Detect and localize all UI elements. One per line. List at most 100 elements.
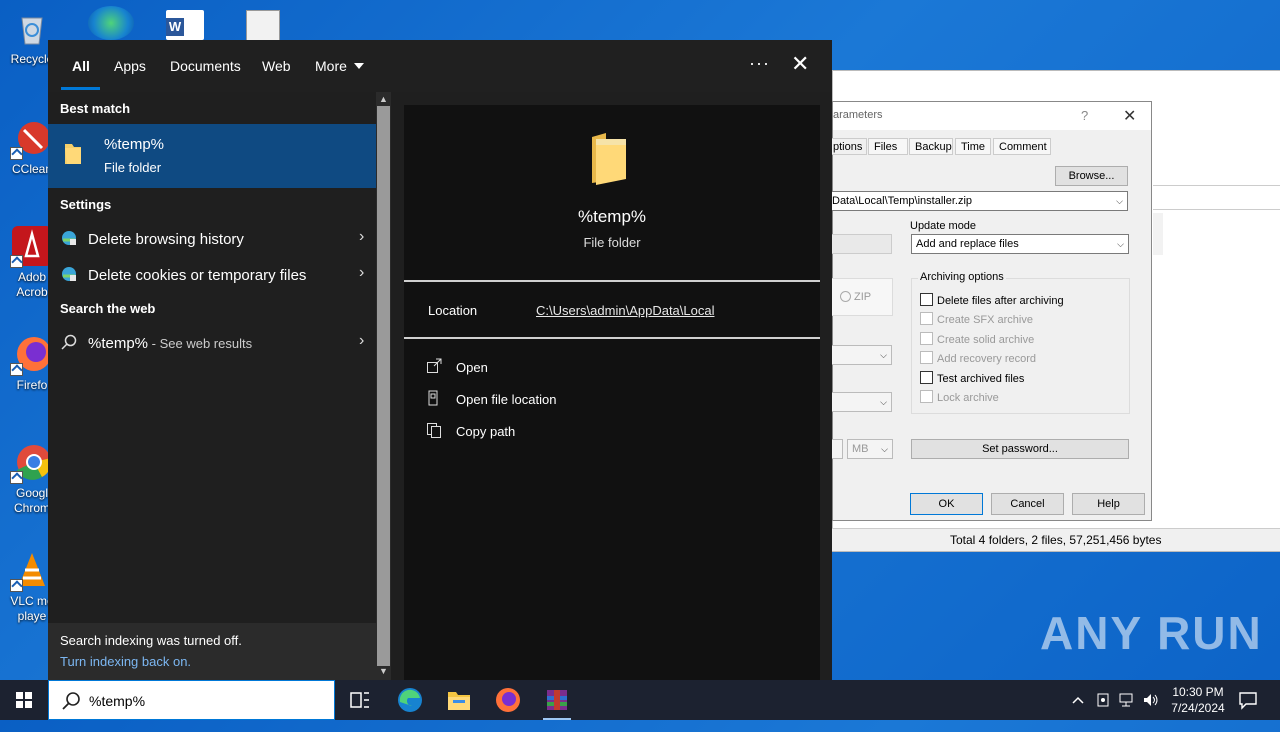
turn-indexing-on-link[interactable]: Turn indexing back on.	[60, 654, 191, 669]
web-suffix: - See web results	[148, 336, 253, 351]
taskbar-firefox[interactable]	[488, 684, 528, 716]
taskbar-file-explorer[interactable]	[439, 684, 479, 716]
taskbar-winrar[interactable]	[537, 684, 577, 720]
word-document-icon[interactable]: W	[166, 10, 204, 40]
firefox-icon	[10, 334, 52, 376]
zip-label: ZIP	[854, 291, 872, 303]
edge-desktop-icon[interactable]	[88, 6, 134, 40]
results-scrollbar[interactable]: ▲ ▼	[376, 92, 391, 680]
notification-center-icon[interactable]	[1238, 690, 1258, 710]
dialog-titlebar: arameters ? ✕	[833, 102, 1151, 130]
lock-archive-checkbox[interactable]: Lock archive	[920, 390, 999, 406]
split-volumes-combo[interactable]: ⌵	[831, 392, 892, 412]
search-results-list: Best match %temp% File folder Settings D…	[48, 92, 376, 680]
active-tab-indicator	[61, 87, 100, 90]
chevron-right-icon: ›	[359, 332, 365, 349]
chevron-down-icon: ⌵	[881, 444, 888, 454]
dialog-help-button[interactable]: ?	[1081, 108, 1088, 123]
task-view-button[interactable]	[340, 684, 380, 716]
chevron-up-icon[interactable]	[1070, 692, 1086, 732]
best-match-title: %temp%	[104, 136, 165, 153]
delete-files-checkbox[interactable]: Delete files after archiving	[920, 293, 1064, 309]
edge-icon	[398, 688, 422, 712]
add-recovery-checkbox[interactable]: Add recovery record	[920, 351, 1036, 367]
close-icon[interactable]: ✕	[791, 53, 809, 75]
volume-icon[interactable]	[1142, 691, 1160, 731]
status-text: Total 4 folders, 2 files, 57,251,456 byt…	[950, 533, 1162, 547]
folder-icon	[65, 144, 81, 164]
archive-path-value: Data\Local\Temp\installer.zip	[832, 195, 973, 207]
checkbox-label: Create SFX archive	[937, 314, 1033, 326]
archive-path-combo[interactable]: Data\Local\Temp\installer.zip ⌵	[831, 191, 1128, 211]
update-mode-value: Add and replace files	[916, 238, 1019, 250]
dialog-close-button[interactable]: ✕	[1123, 106, 1136, 126]
taskbar-search-box[interactable]: %temp%	[48, 680, 335, 720]
task-view-icon	[350, 692, 369, 708]
start-button[interactable]	[0, 680, 48, 720]
preview-pane: %temp% File folder Location C:\Users\adm…	[404, 105, 820, 680]
tab-comment[interactable]: Comment	[993, 138, 1051, 155]
tab-more[interactable]: More	[315, 58, 364, 74]
best-match-heading: Best match	[60, 101, 131, 116]
chevron-down-icon: ⌵	[1117, 239, 1124, 249]
zip-radio[interactable]: ZIP	[840, 291, 871, 303]
network-icon[interactable]	[1118, 691, 1136, 731]
adobe-acrobat-icon	[10, 226, 52, 268]
windows-logo-icon	[16, 692, 32, 708]
search-tabs-bar: All Apps Documents Web More ··· ✕	[48, 40, 832, 92]
cancel-button[interactable]: Cancel	[991, 493, 1064, 515]
volume-unit-combo[interactable]: MB ⌵	[847, 439, 893, 459]
image-file-icon[interactable]	[246, 10, 280, 42]
taskbar-edge[interactable]	[390, 684, 430, 716]
tab-apps[interactable]: Apps	[114, 58, 146, 74]
scroll-down-icon[interactable]: ▼	[379, 666, 388, 676]
checkbox-label: Test archived files	[937, 373, 1025, 385]
archive-parameters-dialog: arameters ? ✕ ptions Files Backup Time C…	[827, 101, 1152, 521]
divider	[404, 337, 820, 339]
web-search-result[interactable]: %temp% - See web results ›	[48, 326, 376, 360]
archiving-options-group: Archiving options Delete files after arc…	[911, 271, 1130, 414]
shortcut-arrow-icon	[10, 579, 23, 592]
more-options-icon[interactable]: ···	[749, 53, 770, 74]
update-mode-combo[interactable]: Add and replace files ⌵	[911, 234, 1129, 254]
tab-backup[interactable]: Backup	[909, 138, 953, 155]
scroll-up-icon[interactable]: ▲	[379, 94, 388, 104]
tab-documents[interactable]: Documents	[170, 58, 241, 74]
best-match-item[interactable]: %temp% File folder	[48, 124, 376, 188]
tab-web[interactable]: Web	[262, 58, 291, 74]
defender-icon[interactable]	[1095, 691, 1111, 731]
volume-size-field[interactable]	[831, 439, 843, 459]
winrar-icon	[547, 690, 567, 710]
winrar-status-bar: Total 4 folders, 2 files, 57,251,456 byt…	[832, 528, 1280, 551]
setting-label: Delete cookies or temporary files	[88, 267, 307, 284]
taskbar: %temp% 10:30 PM 7/24/2024	[0, 680, 1280, 720]
setting-delete-browsing-history[interactable]: Delete browsing history ›	[48, 222, 376, 256]
test-archived-checkbox[interactable]: Test archived files	[920, 371, 1024, 387]
copy-icon	[427, 423, 441, 438]
create-solid-checkbox[interactable]: Create solid archive	[920, 332, 1034, 348]
file-explorer-icon	[448, 692, 470, 710]
tab-more-label: More	[315, 58, 347, 74]
shortcut-arrow-icon	[10, 471, 23, 484]
create-sfx-checkbox[interactable]: Create SFX archive	[920, 312, 1033, 328]
location-link[interactable]: C:\Users\admin\AppData\Local	[536, 303, 714, 318]
system-clock[interactable]: 10:30 PM 7/24/2024	[1160, 684, 1236, 716]
chevron-down-icon: ⌵	[880, 350, 887, 360]
compression-method-field[interactable]	[831, 234, 892, 254]
ccleaner-icon	[10, 118, 52, 160]
ok-button[interactable]: OK	[910, 493, 983, 515]
setting-delete-cookies[interactable]: Delete cookies or temporary files ›	[48, 258, 376, 292]
set-password-button[interactable]: Set password...	[911, 439, 1129, 459]
settings-heading: Settings	[60, 197, 112, 212]
scrollbar-thumb[interactable]	[377, 106, 390, 666]
help-button[interactable]: Help	[1072, 493, 1145, 515]
tab-files[interactable]: Files	[868, 138, 908, 155]
caret-down-icon	[353, 63, 364, 69]
action-label: Copy path	[456, 424, 516, 439]
tab-time[interactable]: Time	[955, 138, 991, 155]
dictionary-size-combo[interactable]: ⌵	[831, 345, 892, 365]
open-icon	[427, 358, 442, 373]
tab-all[interactable]: All	[72, 58, 90, 74]
tab-options[interactable]: ptions	[827, 138, 867, 155]
browse-button[interactable]: Browse...	[1055, 166, 1128, 186]
